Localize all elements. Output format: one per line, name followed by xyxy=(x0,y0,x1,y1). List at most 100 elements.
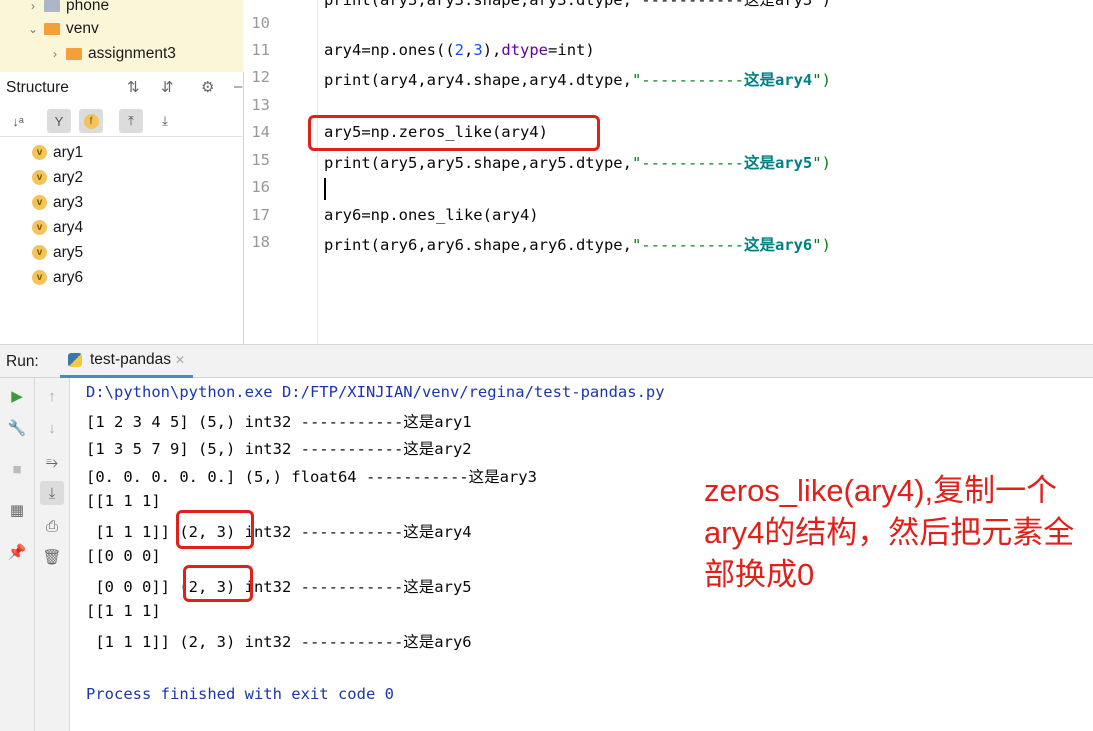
line-number: 16 xyxy=(251,178,270,196)
code-token: 2 xyxy=(454,41,464,59)
structure-item-ary2[interactable]: v ary2 xyxy=(32,165,83,190)
python-icon xyxy=(68,353,82,367)
variable-icon: v xyxy=(32,245,47,260)
code-line-11[interactable]: ary4=np.ones((2,3),dtype=int) xyxy=(324,41,595,59)
run-label: Run: xyxy=(6,353,39,370)
line-number: 17 xyxy=(251,206,270,224)
code-line-17[interactable]: ary6=np.ones_like(ary4) xyxy=(324,206,539,224)
chevron-right-icon[interactable]: › xyxy=(26,0,40,13)
code-token: ") xyxy=(812,154,831,172)
code-token: =int) xyxy=(548,41,595,59)
code-token: 3 xyxy=(473,41,483,59)
structure-panel: Structure ⇅ ⇵ ⚙ – ↓ᵃ Y f ⤒ ⤓ v ary1 v ary2… xyxy=(0,72,244,344)
code-token: ") xyxy=(812,71,831,89)
code-token: "----------- xyxy=(631,71,744,89)
scroll-to-end-icon[interactable]: ⤓ xyxy=(40,481,64,505)
structure-item-label: ary6 xyxy=(53,268,84,286)
console-line: [[1 1 1] xyxy=(86,492,161,510)
code-line-10[interactable]: print(ary3,ary3.shape,ary3.dtype,"------… xyxy=(324,0,831,10)
soft-wrap-icon[interactable]: ⥱ xyxy=(40,450,64,474)
structure-item-ary1[interactable]: v ary1 xyxy=(32,140,83,165)
chevron-right-icon[interactable]: › xyxy=(48,47,62,61)
close-icon[interactable]: ✕ xyxy=(175,353,185,367)
code-token: 这是ary5 xyxy=(743,154,813,172)
minimize-icon[interactable]: – xyxy=(234,78,242,95)
code-token: "----------- xyxy=(631,154,744,172)
console-line: Process finished with exit code 0 xyxy=(86,685,394,703)
code-token: print(ary5,ary5.shape,ary5.dtype, xyxy=(324,154,632,172)
arrow-down-icon[interactable]: ↓ xyxy=(40,416,64,440)
code-token: 这是ary4 xyxy=(743,71,813,89)
show-inherited-icon[interactable]: Y xyxy=(47,109,71,133)
code-line-18[interactable]: print(ary6,ary6.shape,ary6.dtype,"------… xyxy=(324,233,831,255)
print-icon[interactable]: ⎙ xyxy=(40,514,64,538)
structure-item-label: ary4 xyxy=(53,218,84,236)
console-line: [1 1 1]] (2, 3) int32 -----------这是ary6 xyxy=(86,633,472,651)
tree-item-venv[interactable]: ⌄ venv xyxy=(26,16,99,41)
structure-item-label: ary3 xyxy=(53,193,84,211)
code-token: 这是ary6 xyxy=(743,236,813,254)
wrench-icon[interactable]: 🔧 xyxy=(5,416,29,440)
code-token: ary4=np.ones(( xyxy=(324,41,455,59)
tree-item-label: venv xyxy=(66,19,99,37)
run-tool-header: Run: test-pandas ✕ xyxy=(0,344,1093,378)
structure-item-ary5[interactable]: v ary5 xyxy=(32,240,83,265)
expand-all-icon[interactable]: ⇅ xyxy=(127,78,140,96)
structure-item-ary6[interactable]: v ary6 xyxy=(32,265,83,290)
tree-item-assignment3[interactable]: › assignment3 xyxy=(48,41,176,66)
structure-item-label: ary1 xyxy=(53,143,84,161)
run-toolbar-right: ↑ ↓ ⥱ ⤓ ⎙ 🗑 xyxy=(35,378,70,731)
run-icon[interactable]: ▶ xyxy=(5,384,29,408)
project-tree: › phone ⌄ venv › assignment3 xyxy=(0,0,243,72)
console-line: [1 1 1]] (2, 3) int32 -----------这是ary4 xyxy=(86,523,472,541)
line-number: 14 xyxy=(251,123,270,141)
code-editor[interactable]: print(ary3,ary3.shape,ary3.dtype,"------… xyxy=(318,0,1093,344)
autoscroll-to-source-icon[interactable]: ⤒ xyxy=(119,109,143,133)
code-token: ), xyxy=(482,41,502,59)
variable-icon: v xyxy=(32,195,47,210)
line-number: 11 xyxy=(251,41,270,59)
annotation-text: zeros_like(ary4),复制一个ary4的结构，然后把元素全部换成0 xyxy=(704,473,1075,592)
structure-toolbar: ↓ᵃ Y f ⤒ ⤓ xyxy=(0,106,243,137)
highlight-box-ary4-shape xyxy=(176,510,254,549)
structure-item-ary3[interactable]: v ary3 xyxy=(32,190,83,215)
structure-item-ary4[interactable]: v ary4 xyxy=(32,215,83,240)
gear-icon[interactable]: ⚙ xyxy=(201,78,214,96)
run-tab-label: test-pandas xyxy=(90,351,171,368)
structure-item-label: ary5 xyxy=(53,243,84,261)
collapse-all-icon[interactable]: ⇵ xyxy=(161,78,174,96)
console-line: D:\python\python.exe D:/FTP/XINJIAN/venv… xyxy=(86,383,665,401)
code-token: print(ary4,ary4.shape,ary4.dtype, xyxy=(324,71,632,89)
variable-icon: v xyxy=(32,270,47,285)
text-caret xyxy=(324,178,326,200)
line-number: 13 xyxy=(251,96,270,114)
line-number: 18 xyxy=(251,233,270,251)
tree-item-label: phone xyxy=(66,0,110,14)
folder-icon xyxy=(44,22,60,35)
pin-icon[interactable]: 📌 xyxy=(5,540,29,564)
code-token: , xyxy=(464,41,474,59)
stop-icon[interactable]: ■ xyxy=(5,457,29,481)
folder-icon xyxy=(66,47,82,60)
highlight-box-ary5-shape xyxy=(183,565,253,602)
arrow-up-icon[interactable]: ↑ xyxy=(40,384,64,408)
line-number: 10 xyxy=(251,14,270,32)
code-token: print(ary6,ary6.shape,ary6.dtype, xyxy=(324,236,632,254)
chevron-down-icon[interactable]: ⌄ xyxy=(26,22,40,36)
line-number: 15 xyxy=(251,151,270,169)
console-line: [1 3 5 7 9] (5,) int32 -----------这是ary2 xyxy=(86,440,472,458)
layout-icon[interactable]: ▦ xyxy=(5,498,29,522)
highlight-box-code xyxy=(308,115,600,151)
variable-icon: v xyxy=(32,145,47,160)
variable-icon: v xyxy=(32,170,47,185)
autoscroll-from-source-icon[interactable]: ⤓ xyxy=(153,109,177,133)
run-tab-test-pandas[interactable]: test-pandas ✕ xyxy=(60,345,194,378)
structure-item-label: ary2 xyxy=(53,168,84,186)
trash-icon[interactable]: 🗑 xyxy=(40,545,64,569)
code-token: dtype xyxy=(501,41,549,59)
code-line-15[interactable]: print(ary5,ary5.shape,ary5.dtype,"------… xyxy=(324,151,831,173)
sort-alpha-icon[interactable]: ↓ᵃ xyxy=(6,109,30,133)
show-fields-icon[interactable]: f xyxy=(79,109,103,133)
code-line-12[interactable]: print(ary4,ary4.shape,ary4.dtype,"------… xyxy=(324,68,831,90)
variable-icon: v xyxy=(32,220,47,235)
